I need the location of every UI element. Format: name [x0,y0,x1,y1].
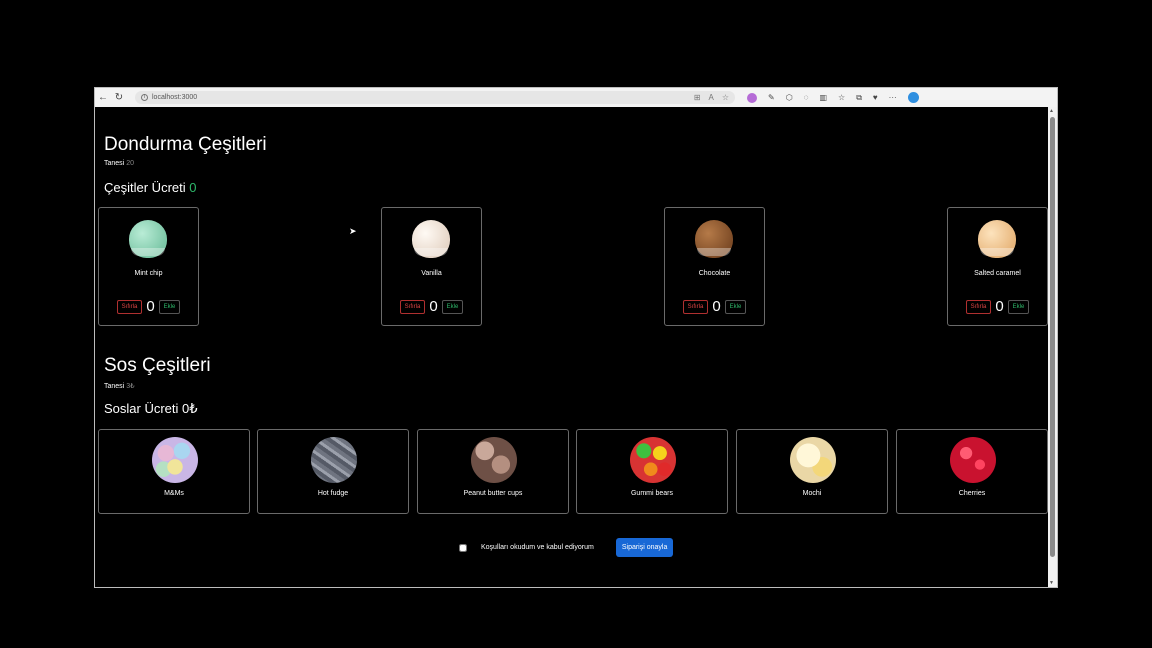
sauce-card-cherries[interactable]: Cherries [896,429,1048,514]
mouse-cursor-icon: ➤ [349,226,357,236]
browser-essentials-icon[interactable]: ♥ [873,93,878,102]
scroll-up-icon[interactable]: ▲ [1049,108,1054,114]
ice-card-chocolate: Chocolate Sıfırla 0 Ekle [664,207,765,326]
split-screen-icon[interactable]: ▥ [819,93,827,102]
add-button[interactable]: Ekle [724,299,747,314]
add-button[interactable]: Ekle [441,299,464,314]
ice-name: Salted caramel [974,270,1021,277]
address-bar[interactable]: i localhost:3000 ⊞ A ☆ [135,91,735,104]
confirm-order-button[interactable]: Siparişi onayla [615,538,674,557]
reset-button[interactable]: Sıfırla [965,299,992,314]
sauce-name: Mochi [802,490,822,497]
ice-unit-price: Tanesi 20 [104,160,134,167]
collections-icon[interactable]: ⧉ [856,93,862,103]
sauce-name: Gummi bears [630,490,673,497]
sauce-name: M&Ms [164,490,184,497]
vanilla-image [412,220,450,258]
ice-name: Vanilla [421,270,442,277]
sauce-name: Peanut butter cups [463,490,523,497]
mint-chip-image [129,220,167,258]
favorites-icon[interactable]: ☆ [838,93,845,102]
scroll-down-icon[interactable]: ▼ [1049,580,1054,586]
sauce-unit-price-value: 3₺ [126,383,135,390]
terms-row: Koşulları okudum ve kabul ediyorum Sipar… [459,538,674,557]
gummi-bears-image [630,437,676,483]
ice-total-value: 0 [189,180,197,195]
reset-button[interactable]: Sıfırla [399,299,426,314]
terms-label: Koşulları okudum ve kabul ediyorum [481,544,594,551]
quantity-value: 0 [429,298,438,315]
sauce-card-mms[interactable]: M&Ms [98,429,250,514]
ice-name: Mint chip [134,270,163,277]
ice-unit-label: Tanesi [104,160,125,167]
sauce-unit-price: Tanesi 3₺ [104,382,135,390]
page-content: Dondurma Çeşitleri Tanesi 20 Çeşitler Üc… [95,107,1050,587]
address-url: localhost:3000 [152,94,198,101]
hot-fudge-image [311,437,357,483]
mms-image [152,437,198,483]
reload-icon[interactable]: ↻ [111,88,127,107]
sauce-name: Hot fudge [317,490,349,497]
favorite-star-icon[interactable]: ☆ [722,93,729,102]
peanut-butter-cups-image [471,437,517,483]
ice-total: Çeşitler Ücreti 0 [104,180,196,195]
ice-card-vanilla: Vanilla Sıfırla 0 Ekle [381,207,482,326]
sauce-total: Soslar Ücreti 0₺ [104,401,198,416]
sauce-card-peanut-butter-cups[interactable]: Peanut butter cups [417,429,569,514]
back-icon[interactable]: ← [95,88,111,107]
sauce-card-mochi[interactable]: Mochi [736,429,888,514]
cherries-image [950,437,996,483]
more-menu-icon[interactable]: ··· [889,93,897,102]
profile-avatar[interactable] [907,92,919,103]
sauce-card-hot-fudge[interactable]: Hot fudge [257,429,409,514]
sauce-card-gummi-bears[interactable]: Gummi bears [576,429,728,514]
mochi-image [790,437,836,483]
info-icon[interactable]: i [141,94,148,101]
eyedropper-icon[interactable]: ✎ [768,93,775,102]
chocolate-image [695,220,733,258]
add-button[interactable]: Ekle [1007,299,1030,314]
quantity-value: 0 [712,298,721,315]
scrollbar-thumb[interactable] [1050,117,1055,557]
refresh-extension-icon[interactable]: ◌ [804,93,809,102]
browser-window: ← ↻ i localhost:3000 ⊞ A ☆ ✎ ⬡ ◌ ▥ ☆ ⧉ ♥… [94,87,1058,588]
browser-toolbar: ← ↻ i localhost:3000 ⊞ A ☆ ✎ ⬡ ◌ ▥ ☆ ⧉ ♥… [95,88,1057,107]
ice-card-mint-chip: Mint chip Sıfırla 0 Ekle [98,207,199,326]
read-aloud-icon[interactable]: A [708,93,713,102]
salted-caramel-image [978,220,1016,258]
reset-button[interactable]: Sıfırla [682,299,709,314]
quantity-value: 0 [146,298,155,315]
terms-checkbox[interactable] [459,543,467,552]
sauce-section-title: Sos Çeşitleri [104,355,211,376]
extension-icon[interactable] [747,92,757,103]
page-scrollbar[interactable]: ▲ ▼ [1048,107,1057,587]
sauce-name: Cherries [958,490,986,497]
reset-button[interactable]: Sıfırla [116,299,143,314]
ice-card-salted-caramel: Salted caramel Sıfırla 0 Ekle [947,207,1048,326]
ice-name: Chocolate [698,270,731,277]
add-button[interactable]: Ekle [158,299,181,314]
ice-section-title: Dondurma Çeşitleri [104,134,267,155]
sauce-unit-label: Tanesi [104,383,125,390]
quantity-value: 0 [995,298,1004,315]
extensions-icon[interactable]: ⬡ [786,93,793,102]
app-available-icon[interactable]: ⊞ [694,93,701,102]
ice-total-label: Çeşitler Ücreti [104,180,186,195]
ice-unit-price-value: 20 [126,160,134,167]
